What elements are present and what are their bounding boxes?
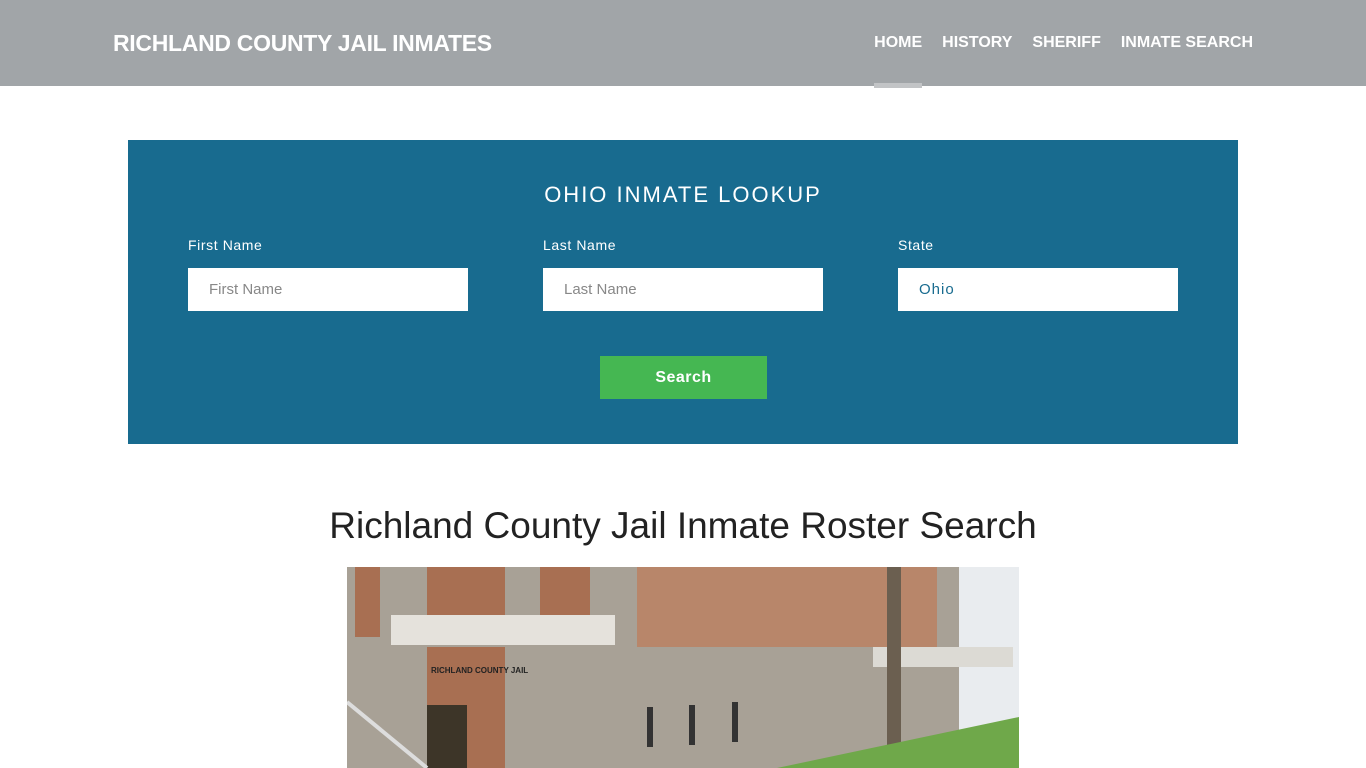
lookup-title: OHIO INMATE LOOKUP — [544, 182, 822, 207]
site-brand[interactable]: RICHLAND COUNTY JAIL INMATES — [113, 30, 492, 57]
nav-inmate-search[interactable]: INMATE SEARCH — [1121, 34, 1253, 89]
last-name-input[interactable] — [543, 268, 823, 311]
main-nav: HOME HISTORY SHERIFF INMATE SEARCH — [874, 34, 1253, 89]
photo-sign: RICHLAND COUNTY JAIL — [431, 666, 528, 675]
search-button[interactable]: Search — [600, 356, 767, 399]
last-name-group: Last Name — [543, 237, 823, 311]
jail-building-photo: RICHLAND COUNTY JAIL — [347, 567, 1019, 768]
site-header: RICHLAND COUNTY JAIL INMATES HOME HISTOR… — [0, 0, 1366, 89]
first-name-label: First Name — [188, 237, 263, 253]
page-title: Richland County Jail Inmate Roster Searc… — [329, 505, 1037, 546]
state-group: State — [898, 237, 1178, 311]
state-input[interactable] — [898, 268, 1178, 311]
inmate-lookup-panel: OHIO INMATE LOOKUP First Name Last Name … — [128, 140, 1238, 444]
state-label: State — [898, 237, 934, 253]
nav-home[interactable]: HOME — [874, 34, 923, 89]
last-name-label: Last Name — [543, 237, 617, 253]
nav-history[interactable]: HISTORY — [942, 34, 1012, 89]
first-name-input[interactable] — [188, 268, 468, 311]
nav-sheriff[interactable]: SHERIFF — [1032, 34, 1100, 89]
first-name-group: First Name — [188, 237, 468, 311]
